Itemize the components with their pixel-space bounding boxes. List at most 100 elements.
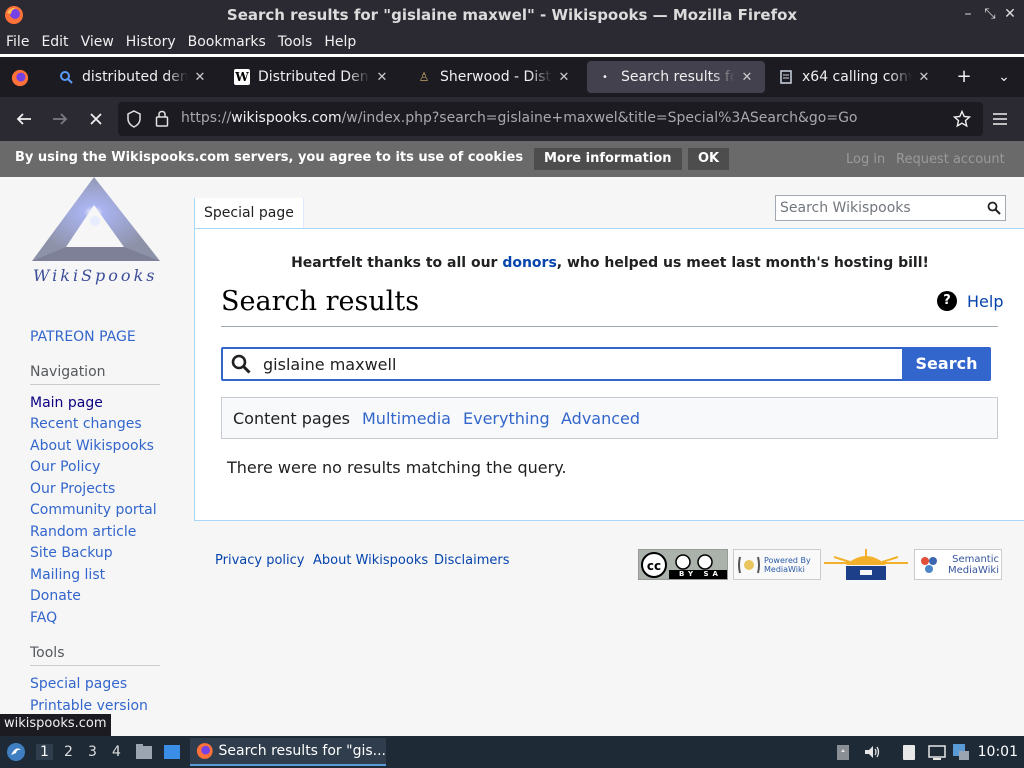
volume-icon[interactable] — [863, 743, 881, 761]
footer-privacy-policy[interactable]: Privacy policy — [215, 553, 304, 568]
tab-special-page-label: Special page — [204, 205, 294, 221]
menu-view[interactable]: View — [81, 34, 114, 50]
sidebar: PATREON PAGE Navigation Main page Recent… — [30, 327, 160, 717]
hamburger-menu-icon[interactable] — [988, 107, 1012, 131]
tab-x64-calling[interactable]: x64 calling conver ✕ — [768, 61, 942, 93]
menu-history[interactable]: History — [126, 34, 176, 50]
menu-file[interactable]: File — [6, 34, 29, 50]
msdoc-icon — [778, 69, 794, 85]
tab-sherwood[interactable]: ♙ Sherwood - Distrib ✕ — [406, 61, 582, 93]
tab-title: Search results for — [621, 69, 735, 85]
semantic-mediawiki-badge[interactable]: Semantic MediaWiki — [914, 549, 1002, 580]
sidebar-item-special-pages[interactable]: Special pages — [30, 674, 160, 696]
close-tab-icon[interactable]: ✕ — [374, 70, 390, 85]
network-icon[interactable] — [928, 743, 946, 761]
sidebar-item-random-article[interactable]: Random article — [30, 522, 160, 544]
tab-special-page[interactable]: Special page — [194, 198, 304, 229]
request-account-link[interactable]: Request account — [896, 152, 1005, 167]
maximize-icon[interactable]: ⤡ — [980, 4, 1000, 24]
tab-strip: distributed denial ✕ W Distributed Denia… — [0, 57, 1024, 97]
search-profile-tabs: Content pages Multimedia Everything Adva… — [221, 397, 998, 439]
sidebar-item-community-portal[interactable]: Community portal — [30, 500, 160, 522]
powered-by-mediawiki-badge[interactable]: Powered By MediaWiki — [733, 549, 821, 580]
taskbar-firefox-window[interactable]: Search results for "gis... — [190, 738, 386, 766]
footer-about[interactable]: About Wikispooks — [313, 553, 428, 568]
logo-text: WikiSpooks — [33, 266, 158, 285]
footer-disclaimers[interactable]: Disclaimers — [434, 553, 510, 568]
close-tab-icon[interactable]: ✕ — [916, 70, 932, 85]
firefox-view-icon[interactable] — [11, 69, 29, 87]
sidebar-item-recent-changes[interactable]: Recent changes — [30, 414, 160, 436]
menu-edit[interactable]: Edit — [41, 34, 68, 50]
workspace-4[interactable]: 4 — [112, 744, 121, 760]
lock-icon[interactable] — [155, 110, 169, 127]
url-bar[interactable]: https://wikispooks.com/w/index.php?searc… — [118, 102, 983, 136]
desktop-icon[interactable] — [163, 743, 181, 761]
smw-icon — [921, 557, 937, 573]
profile-advanced[interactable]: Advanced — [561, 409, 640, 428]
search-query-input[interactable]: gislaine maxwell — [221, 347, 904, 381]
cookie-ok-button[interactable]: OK — [688, 148, 730, 170]
start-menu-icon[interactable] — [6, 742, 26, 762]
file-manager-icon[interactable] — [135, 743, 153, 761]
chevron-down-icon[interactable]: ⌄ — [992, 65, 1016, 89]
cookie-banner: By using the Wikispooks.com servers, you… — [0, 141, 1024, 177]
menu-bookmarks[interactable]: Bookmarks — [188, 34, 266, 50]
cc-by-sa-badge[interactable]: cc BY SA — [638, 549, 728, 580]
tab-distributed-denial-search[interactable]: distributed denial ✕ — [48, 61, 218, 93]
tab-distributed-denial-wikipedia[interactable]: W Distributed Denial ✕ — [224, 61, 400, 93]
profile-multimedia[interactable]: Multimedia — [362, 409, 451, 428]
close-tab-icon[interactable]: ✕ — [739, 70, 755, 85]
clipboard-icon[interactable] — [834, 743, 852, 761]
svg-text:cc: cc — [647, 559, 661, 573]
donors-link[interactable]: donors — [502, 255, 556, 271]
sidebar-item-faq[interactable]: FAQ — [30, 608, 160, 630]
notes-icon[interactable] — [900, 743, 918, 761]
bookmark-star-icon[interactable] — [950, 107, 974, 131]
wiki-search-input[interactable]: Search Wikispooks — [775, 195, 1006, 221]
workspace-3[interactable]: 3 — [88, 744, 97, 760]
tab-search-results[interactable]: • Search results for ✕ — [587, 61, 765, 93]
update-notifier-icon[interactable] — [952, 743, 970, 761]
sidebar-navigation-list: Main page Recent changes About Wikispook… — [30, 393, 160, 630]
login-link[interactable]: Log in — [846, 152, 885, 167]
workspace-1[interactable]: 1 — [36, 744, 53, 760]
shield-icon[interactable] — [126, 110, 142, 128]
sidebar-item-patreon[interactable]: PATREON PAGE — [30, 327, 160, 349]
profile-everything[interactable]: Everything — [463, 409, 550, 428]
menu-help[interactable]: Help — [324, 34, 356, 50]
back-icon[interactable] — [12, 107, 36, 131]
profile-content-pages[interactable]: Content pages — [233, 409, 350, 428]
mediawiki-badge-label: Powered By MediaWiki — [764, 556, 811, 574]
window-titlebar: Search results for "gislaine maxwel" - W… — [0, 0, 1024, 30]
sidebar-item-projects[interactable]: Our Projects — [30, 479, 160, 501]
taskbar-window-title: Search results for "gis... — [218, 743, 386, 759]
new-tab-icon[interactable]: + — [952, 65, 976, 89]
close-tab-icon[interactable]: ✕ — [192, 70, 208, 85]
close-icon[interactable]: ✕ — [1000, 4, 1020, 24]
sidebar-item-about[interactable]: About Wikispooks — [30, 436, 160, 458]
sidebar-item-main-page[interactable]: Main page — [30, 393, 160, 415]
minimize-icon[interactable]: – — [958, 4, 978, 24]
sunrise-logo[interactable] — [824, 549, 908, 580]
smw-badge-label: Semantic MediaWiki — [947, 554, 999, 576]
stop-icon[interactable] — [84, 107, 108, 131]
forward-icon[interactable] — [48, 107, 72, 131]
sidebar-item-donate[interactable]: Donate — [30, 586, 160, 608]
help-link[interactable]: ? Help — [937, 291, 1003, 311]
workspace-2[interactable]: 2 — [64, 744, 73, 760]
menu-tools[interactable]: Tools — [278, 34, 313, 50]
sidebar-item-site-backup[interactable]: Site Backup — [30, 543, 160, 565]
clock: 10:01 — [977, 744, 1018, 760]
search-icon[interactable] — [987, 201, 1001, 215]
sidebar-item-policy[interactable]: Our Policy — [30, 457, 160, 479]
sidebar-item-mailing-list[interactable]: Mailing list — [30, 565, 160, 587]
search-button[interactable]: Search — [902, 347, 991, 381]
more-information-button[interactable]: More information — [534, 148, 682, 170]
window-title: Search results for "gislaine maxwel" - W… — [226, 6, 798, 24]
menu-bar: File Edit View History Bookmarks Tools H… — [0, 30, 1024, 54]
close-tab-icon[interactable]: ✕ — [556, 70, 572, 85]
cookie-text: By using the Wikispooks.com servers, you… — [15, 150, 524, 165]
dot-icon: • — [602, 71, 608, 83]
page-title: Search results — [221, 286, 420, 317]
